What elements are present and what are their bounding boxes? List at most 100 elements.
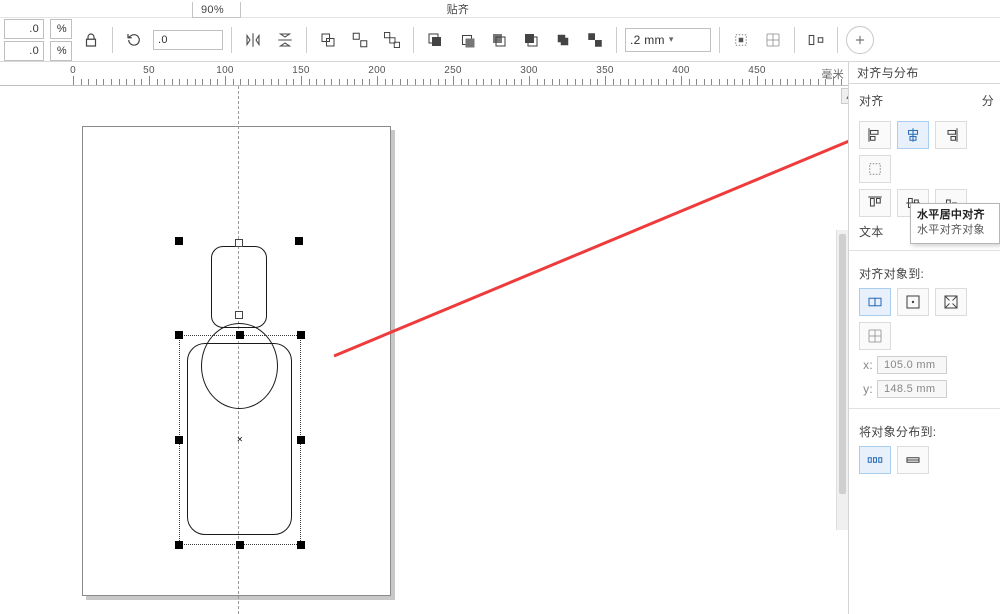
node-handle[interactable] [235, 311, 243, 319]
align-h-row [859, 121, 994, 183]
divider [849, 408, 1000, 409]
snap-icon [732, 31, 750, 49]
align-extra-button[interactable] [859, 155, 891, 183]
lock-icon [82, 31, 100, 49]
tooltip-title: 水平居中对齐 [917, 208, 993, 223]
align-distribute-docker: 对齐与分布 对齐 分 水平居中对齐 水平对齐对象 文本 对齐对象到: [848, 62, 1000, 614]
align-distribute-icon [807, 31, 825, 49]
break-button[interactable] [582, 27, 608, 53]
align-to-label: 对齐对象到: [859, 265, 994, 282]
forward-button[interactable] [454, 27, 480, 53]
to-back-button[interactable] [518, 27, 544, 53]
node-handle[interactable] [235, 239, 243, 247]
order-forward-icon [458, 31, 476, 49]
rotate-ccw-button[interactable] [121, 27, 147, 53]
align-top-button[interactable] [859, 189, 891, 217]
order-front-icon [426, 31, 444, 49]
property-bar: .0 .0 % % .0 .2 mm ▾ [0, 18, 1000, 62]
break-icon [586, 31, 604, 49]
align-right-icon [942, 126, 960, 144]
align-extra-icon [866, 160, 884, 178]
align-to-page-edge-button[interactable] [935, 288, 967, 316]
align-to-page-button[interactable] [897, 288, 929, 316]
canvas[interactable]: × [0, 86, 848, 614]
distribute-page-icon [904, 451, 922, 469]
align-to-row [859, 288, 994, 350]
outline-width-combo[interactable]: .2 mm ▾ [625, 28, 711, 52]
mirror-h-button[interactable] [240, 27, 266, 53]
scale-x-label: % [50, 19, 72, 39]
canvas-workspace[interactable]: 毫米 050100150200250300350400450 ▴ × [0, 62, 848, 614]
page-corner-icon [942, 293, 960, 311]
vertical-scrollbar[interactable] [836, 230, 848, 530]
snap-toggle-1[interactable] [728, 27, 754, 53]
align-right-button[interactable] [935, 121, 967, 149]
plus-icon [853, 33, 867, 47]
x-prefix: x: [859, 358, 873, 372]
pos-x-input[interactable]: .0 [4, 19, 44, 39]
align-left-button[interactable] [859, 121, 891, 149]
to-front-button[interactable] [422, 27, 448, 53]
ruler-label: 350 [596, 65, 614, 76]
group-button[interactable] [315, 27, 341, 53]
two-rect-icon [866, 293, 884, 311]
ruler-label: 200 [368, 65, 386, 76]
divider [849, 250, 1000, 251]
pos-y-input[interactable]: .0 [4, 41, 44, 61]
mirror-v-button[interactable] [272, 27, 298, 53]
ungroup-all-icon [383, 31, 401, 49]
page-center-icon [904, 293, 922, 311]
align-to-objects-button[interactable] [859, 288, 891, 316]
snap-toggle-2[interactable] [760, 27, 786, 53]
mirror-v-icon [276, 31, 294, 49]
rounded-rect-body[interactable] [187, 343, 292, 535]
snap-grid-icon [764, 31, 782, 49]
outline-width-value: .2 mm [630, 33, 665, 47]
scale-pct-group: % % [50, 19, 72, 61]
ruler-label: 150 [292, 65, 310, 76]
text-align-label: 文本 [859, 225, 884, 239]
horizontal-ruler[interactable]: 毫米 050100150200250300350400450 [0, 62, 848, 86]
align-section-label: 对齐 [859, 92, 884, 109]
position-xy-group: .0 .0 [4, 19, 44, 61]
selection-handle[interactable] [175, 237, 183, 245]
ruler-label: 100 [216, 65, 234, 76]
selection-handle[interactable] [295, 237, 303, 245]
align-center-h-button[interactable] [897, 121, 929, 149]
distribute-selection-button[interactable] [859, 446, 891, 474]
rotation-angle-input[interactable]: .0 [153, 30, 223, 50]
align-distribute-button[interactable] [803, 27, 829, 53]
ungroup-button[interactable] [347, 27, 373, 53]
customize-add-button[interactable] [846, 26, 874, 54]
y-prefix: y: [859, 382, 873, 396]
backward-button[interactable] [486, 27, 512, 53]
ungroup-all-button[interactable] [379, 27, 405, 53]
align-to-grid-button[interactable] [859, 322, 891, 350]
align-top-icon [866, 194, 884, 212]
ruler-label: 400 [672, 65, 690, 76]
align-x-value: 105.0 mm [877, 356, 947, 374]
ruler-label: 300 [520, 65, 538, 76]
combine-icon [554, 31, 572, 49]
align-center-h-icon [904, 126, 922, 144]
lock-ratio-button[interactable] [78, 27, 104, 53]
distribute-sel-icon [866, 451, 884, 469]
order-backward-icon [490, 31, 508, 49]
tooltip-body: 水平对齐对象 [917, 223, 993, 238]
ruler-label: 450 [748, 65, 766, 76]
rotate-ccw-icon [125, 31, 143, 49]
menubar-cutoff: 90% 贴齐 [0, 0, 1000, 18]
zoom-combo[interactable]: 90% [192, 2, 241, 18]
order-back-icon [522, 31, 540, 49]
ruler-label: 250 [444, 65, 462, 76]
scrollbar-thumb[interactable] [839, 234, 846, 494]
docker-title: 对齐与分布 [849, 62, 1000, 84]
distribute-section-label: 分 [982, 92, 994, 109]
ungroup-icon [351, 31, 369, 49]
ruler-label: 50 [143, 65, 155, 76]
group-icon [319, 31, 337, 49]
distribute-page-button[interactable] [897, 446, 929, 474]
distribute-to-label: 将对象分布到: [859, 423, 994, 440]
mirror-h-icon [244, 31, 262, 49]
combine-button[interactable] [550, 27, 576, 53]
